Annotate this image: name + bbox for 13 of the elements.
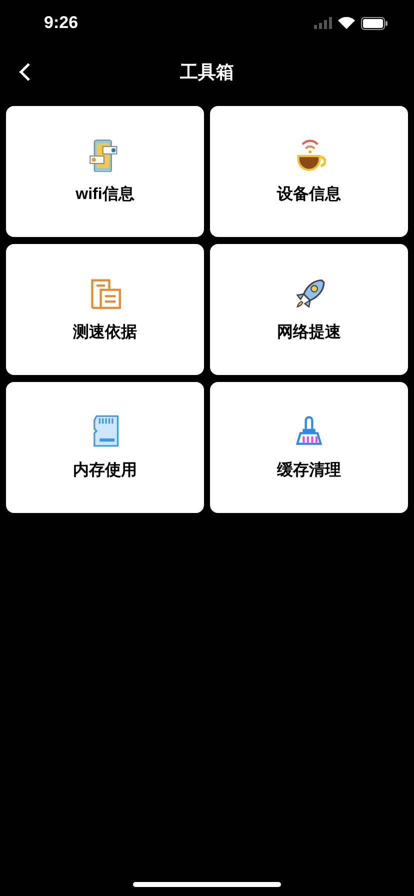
tool-card[interactable]: 设备信息	[210, 106, 408, 237]
battery-icon	[361, 16, 388, 30]
signal-icon	[314, 17, 332, 29]
tool-card[interactable]: 测速依据	[6, 244, 204, 375]
tool-card[interactable]: 缓存清理	[210, 382, 408, 513]
tool-card[interactable]: 网络提速	[210, 244, 408, 375]
tool-card[interactable]: wifi信息	[6, 106, 204, 237]
document-icon	[88, 276, 122, 310]
back-icon	[18, 62, 32, 82]
tool-card[interactable]: 内存使用	[6, 382, 204, 513]
wifi-icon	[338, 17, 355, 29]
page-title: 工具箱	[180, 61, 234, 84]
status-time: 9:26	[44, 13, 78, 33]
